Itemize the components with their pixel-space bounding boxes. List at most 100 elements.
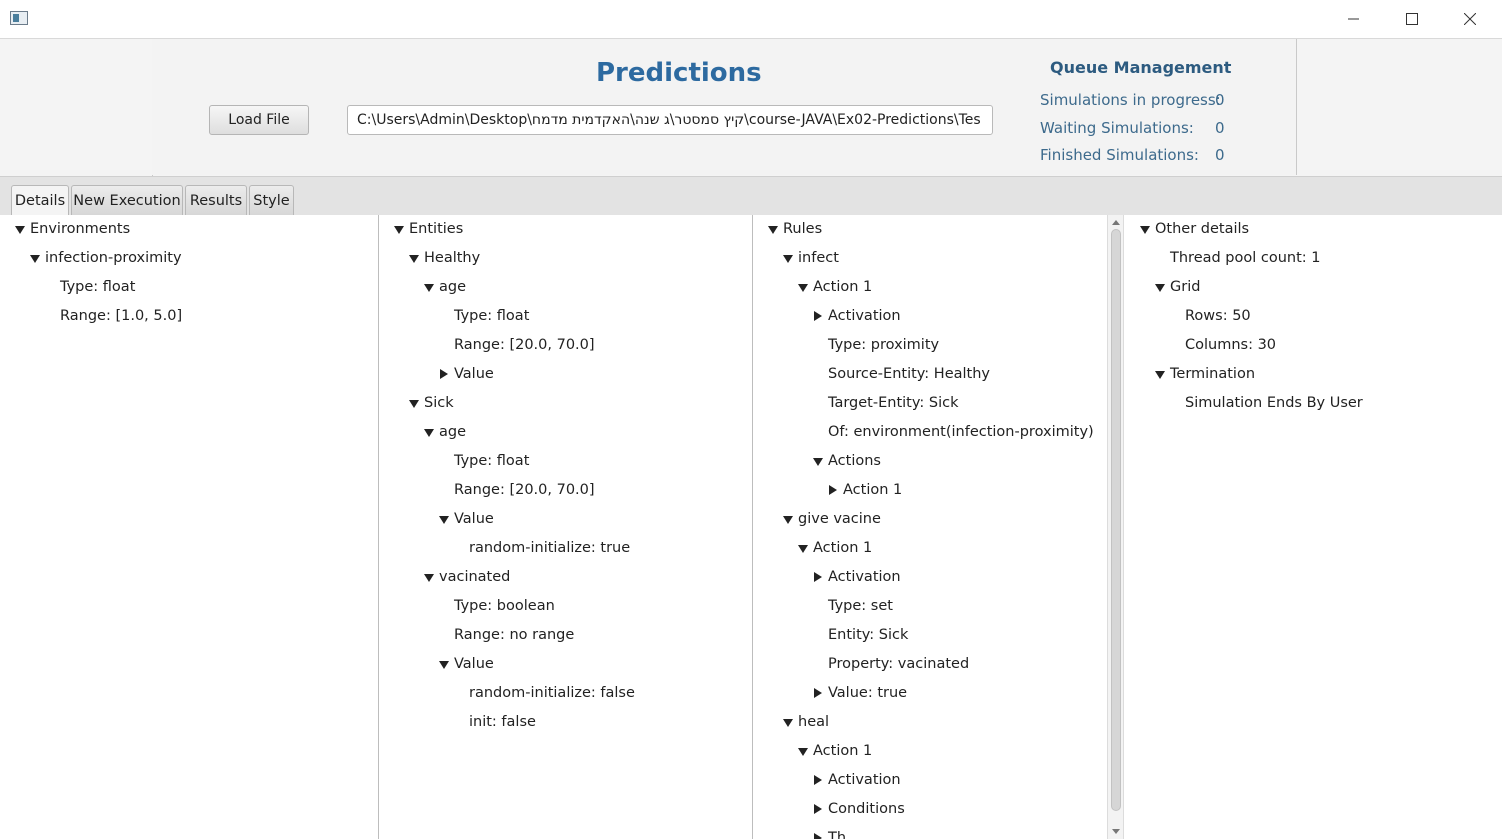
tree-item[interactable]: Value bbox=[379, 650, 752, 679]
tab-style[interactable]: Style bbox=[249, 185, 294, 215]
tree-item[interactable]: random-initialize: false bbox=[379, 679, 752, 708]
tree-item[interactable]: Columns: 30 bbox=[1125, 331, 1502, 360]
tree-item[interactable]: Simulation Ends By User bbox=[1125, 389, 1502, 418]
expanded-arrow-icon[interactable] bbox=[798, 284, 808, 292]
tree-item[interactable]: Range: [1.0, 5.0] bbox=[0, 302, 378, 331]
collapsed-arrow-icon[interactable] bbox=[814, 311, 822, 321]
tree-item[interactable]: Target-Entity: Sick bbox=[753, 389, 1107, 418]
tree-item[interactable]: Termination bbox=[1125, 360, 1502, 389]
tree-item[interactable]: random-initialize: true bbox=[379, 534, 752, 563]
tree-item[interactable]: Type: float bbox=[0, 273, 378, 302]
tree-item[interactable]: Action 1 bbox=[753, 737, 1107, 766]
maximize-button[interactable] bbox=[1383, 0, 1441, 38]
collapsed-arrow-icon[interactable] bbox=[814, 688, 822, 698]
tree-item[interactable]: Range: no range bbox=[379, 621, 752, 650]
tree-item[interactable]: Rules bbox=[753, 215, 1107, 244]
tree-item[interactable]: Thread pool count: 1 bbox=[1125, 244, 1502, 273]
expanded-arrow-icon[interactable] bbox=[813, 458, 823, 466]
expanded-arrow-icon[interactable] bbox=[409, 255, 419, 263]
tree-item[interactable]: Action 1 bbox=[753, 273, 1107, 302]
scroll-down-icon[interactable] bbox=[1112, 829, 1120, 834]
scroll-up-icon[interactable] bbox=[1112, 220, 1120, 225]
expanded-arrow-icon[interactable] bbox=[798, 545, 808, 553]
expanded-arrow-icon[interactable] bbox=[424, 284, 434, 292]
tree-item[interactable]: Activation bbox=[753, 563, 1107, 592]
tree-item[interactable]: Environments bbox=[0, 215, 378, 244]
tree-item-label: Other details bbox=[1155, 221, 1250, 237]
tree-item[interactable]: Type: boolean bbox=[379, 592, 752, 621]
tree-item[interactable]: Healthy bbox=[379, 244, 752, 273]
entities-tree[interactable]: Entities Healthy age Type: float Range: [20.… bbox=[379, 215, 753, 839]
expanded-arrow-icon[interactable] bbox=[783, 719, 793, 727]
tree-item[interactable]: Value bbox=[379, 360, 752, 389]
tree-item[interactable]: infect bbox=[753, 244, 1107, 273]
tree-item[interactable]: vacinated bbox=[379, 563, 752, 592]
expanded-arrow-icon[interactable] bbox=[1140, 226, 1150, 234]
tree-item[interactable]: Value: true bbox=[753, 679, 1107, 708]
collapsed-arrow-icon[interactable] bbox=[814, 833, 822, 839]
tree-item[interactable]: Type: set bbox=[753, 592, 1107, 621]
tree-item[interactable]: Value bbox=[379, 505, 752, 534]
tree-item[interactable]: Action 1 bbox=[753, 534, 1107, 563]
collapsed-arrow-icon[interactable] bbox=[814, 572, 822, 582]
tree-item[interactable]: Entities bbox=[379, 215, 752, 244]
tree-item[interactable]: Actions bbox=[753, 447, 1107, 476]
tree-item[interactable]: Sick bbox=[379, 389, 752, 418]
tree-item[interactable]: age bbox=[379, 418, 752, 447]
tab-results[interactable]: Results bbox=[185, 185, 247, 215]
collapsed-arrow-icon[interactable] bbox=[814, 804, 822, 814]
expanded-arrow-icon[interactable] bbox=[783, 255, 793, 263]
tab-details[interactable]: Details bbox=[11, 185, 69, 215]
expanded-arrow-icon[interactable] bbox=[1155, 371, 1165, 379]
collapsed-arrow-icon[interactable] bbox=[440, 369, 448, 379]
tree-item[interactable]: heal bbox=[753, 708, 1107, 737]
tree-item[interactable]: Activation bbox=[753, 302, 1107, 331]
tree-item[interactable]: give vacine bbox=[753, 505, 1107, 534]
tree-item[interactable]: Range: [20.0, 70.0] bbox=[379, 476, 752, 505]
file-path-field[interactable]: C:\Users\Admin\Desktop\קיץ סמסטר\ג שנה\ה… bbox=[347, 105, 993, 135]
tree-item[interactable]: Other details bbox=[1125, 215, 1502, 244]
tree-item[interactable]: Type: proximity bbox=[753, 331, 1107, 360]
tree-item[interactable]: Type: float bbox=[379, 302, 752, 331]
tree-item[interactable]: infection-proximity bbox=[0, 244, 378, 273]
expanded-arrow-icon[interactable] bbox=[783, 516, 793, 524]
tree-item[interactable]: init: false bbox=[379, 708, 752, 737]
expanded-arrow-icon[interactable] bbox=[409, 400, 419, 408]
expanded-arrow-icon[interactable] bbox=[394, 226, 404, 234]
collapsed-arrow-icon[interactable] bbox=[829, 485, 837, 495]
expanded-arrow-icon[interactable] bbox=[1155, 284, 1165, 292]
expanded-arrow-icon[interactable] bbox=[15, 226, 25, 234]
tree-item[interactable]: Conditions bbox=[753, 795, 1107, 824]
tree-item[interactable]: Action 1 bbox=[753, 476, 1107, 505]
close-button[interactable] bbox=[1441, 0, 1499, 38]
rules-scrollbar[interactable] bbox=[1107, 215, 1124, 839]
expanded-arrow-icon[interactable] bbox=[424, 574, 434, 582]
expanded-arrow-icon[interactable] bbox=[424, 429, 434, 437]
tree-item[interactable]: Of: environment(infection-proximity) bbox=[753, 418, 1107, 447]
queue-management-title: Queue Management bbox=[1050, 58, 1232, 77]
tree-item[interactable]: Th bbox=[753, 824, 1107, 839]
expanded-arrow-icon[interactable] bbox=[439, 661, 449, 669]
tree-item[interactable]: Range: [20.0, 70.0] bbox=[379, 331, 752, 360]
expanded-arrow-icon[interactable] bbox=[439, 516, 449, 524]
tree-item[interactable]: age bbox=[379, 273, 752, 302]
tree-item[interactable]: Type: float bbox=[379, 447, 752, 476]
scrollbar-thumb[interactable] bbox=[1111, 229, 1121, 811]
expanded-arrow-icon[interactable] bbox=[798, 748, 808, 756]
tree-item[interactable]: Property: vacinated bbox=[753, 650, 1107, 679]
tab-new-execution[interactable]: New Execution bbox=[71, 185, 183, 215]
collapsed-arrow-icon[interactable] bbox=[814, 775, 822, 785]
rules-tree[interactable]: Rules infect Action 1 Activation Type: proxi… bbox=[753, 215, 1107, 839]
tree-item[interactable]: Rows: 50 bbox=[1125, 302, 1502, 331]
environments-tree[interactable]: Environments infection-proximity Type: flo… bbox=[0, 215, 379, 839]
minimize-button[interactable] bbox=[1325, 0, 1383, 38]
tree-item[interactable]: Grid bbox=[1125, 273, 1502, 302]
tree-item[interactable]: Activation bbox=[753, 766, 1107, 795]
expanded-arrow-icon[interactable] bbox=[30, 255, 40, 263]
tree-item-label: Thread pool count: 1 bbox=[1170, 250, 1321, 266]
expanded-arrow-icon[interactable] bbox=[768, 226, 778, 234]
load-file-button[interactable]: Load File bbox=[209, 105, 309, 135]
other-details-tree[interactable]: Other details Thread pool count: 1 Grid Row… bbox=[1125, 215, 1502, 839]
tree-item[interactable]: Source-Entity: Healthy bbox=[753, 360, 1107, 389]
tree-item[interactable]: Entity: Sick bbox=[753, 621, 1107, 650]
